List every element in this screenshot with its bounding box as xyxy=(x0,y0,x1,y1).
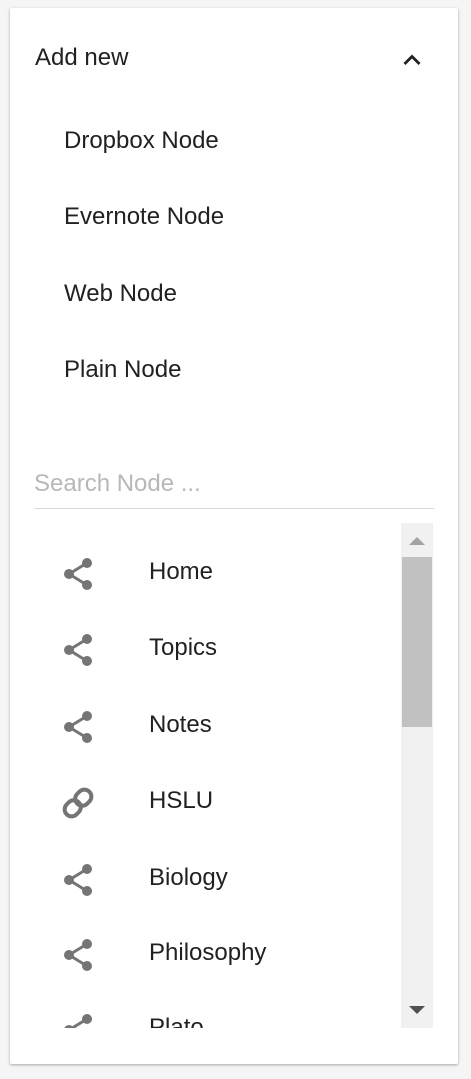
add-new-header[interactable]: Add new xyxy=(10,8,458,108)
share-icon xyxy=(64,558,92,590)
share-icon xyxy=(64,711,92,743)
search-input[interactable] xyxy=(34,464,434,504)
scroll-up-arrow-icon[interactable] xyxy=(401,523,433,557)
node-label: Topics xyxy=(149,634,218,661)
add-item-label: Evernote Node xyxy=(64,203,225,230)
node-label: Notes xyxy=(149,711,212,738)
share-icon xyxy=(64,864,92,896)
share-icon xyxy=(64,1014,92,1028)
node-item-topics[interactable]: Topics xyxy=(34,617,400,679)
node-item-plato[interactable]: Plato xyxy=(34,997,400,1028)
node-label: Plato xyxy=(149,1014,204,1028)
add-item-label: Dropbox Node xyxy=(64,127,219,154)
add-evernote-node[interactable]: Evernote Node xyxy=(10,188,458,246)
node-list-scrollbar[interactable] xyxy=(401,523,433,1028)
share-icon xyxy=(64,634,92,666)
chevron-up-icon[interactable] xyxy=(400,48,424,72)
add-plain-node[interactable]: Plain Node xyxy=(10,341,458,399)
add-web-node[interactable]: Web Node xyxy=(10,265,458,323)
node-item-home[interactable]: Home xyxy=(34,541,400,603)
add-new-title: Add new xyxy=(35,44,129,71)
add-item-label: Web Node xyxy=(64,280,177,307)
node-label: Home xyxy=(149,558,214,585)
scrollbar-thumb[interactable] xyxy=(402,557,432,727)
node-item-biology[interactable]: Biology xyxy=(34,847,400,909)
node-label: Philosophy xyxy=(149,939,267,966)
add-item-label: Plain Node xyxy=(64,356,182,383)
node-list: Home Topics Notes HSLU Biology Philosoph… xyxy=(34,523,400,1028)
scroll-down-arrow-icon[interactable] xyxy=(401,994,433,1028)
node-item-hslu[interactable]: HSLU xyxy=(34,770,400,832)
node-item-notes[interactable]: Notes xyxy=(34,694,400,756)
search-field xyxy=(34,464,434,509)
add-new-panel: Add new Dropbox Node Evernote Node Web N… xyxy=(10,8,458,1064)
node-item-philosophy[interactable]: Philosophy xyxy=(34,922,400,984)
link-icon xyxy=(62,787,94,819)
node-label: Biology xyxy=(149,864,228,891)
add-dropbox-node[interactable]: Dropbox Node xyxy=(10,112,458,170)
share-icon xyxy=(64,939,92,971)
node-label: HSLU xyxy=(149,787,214,814)
